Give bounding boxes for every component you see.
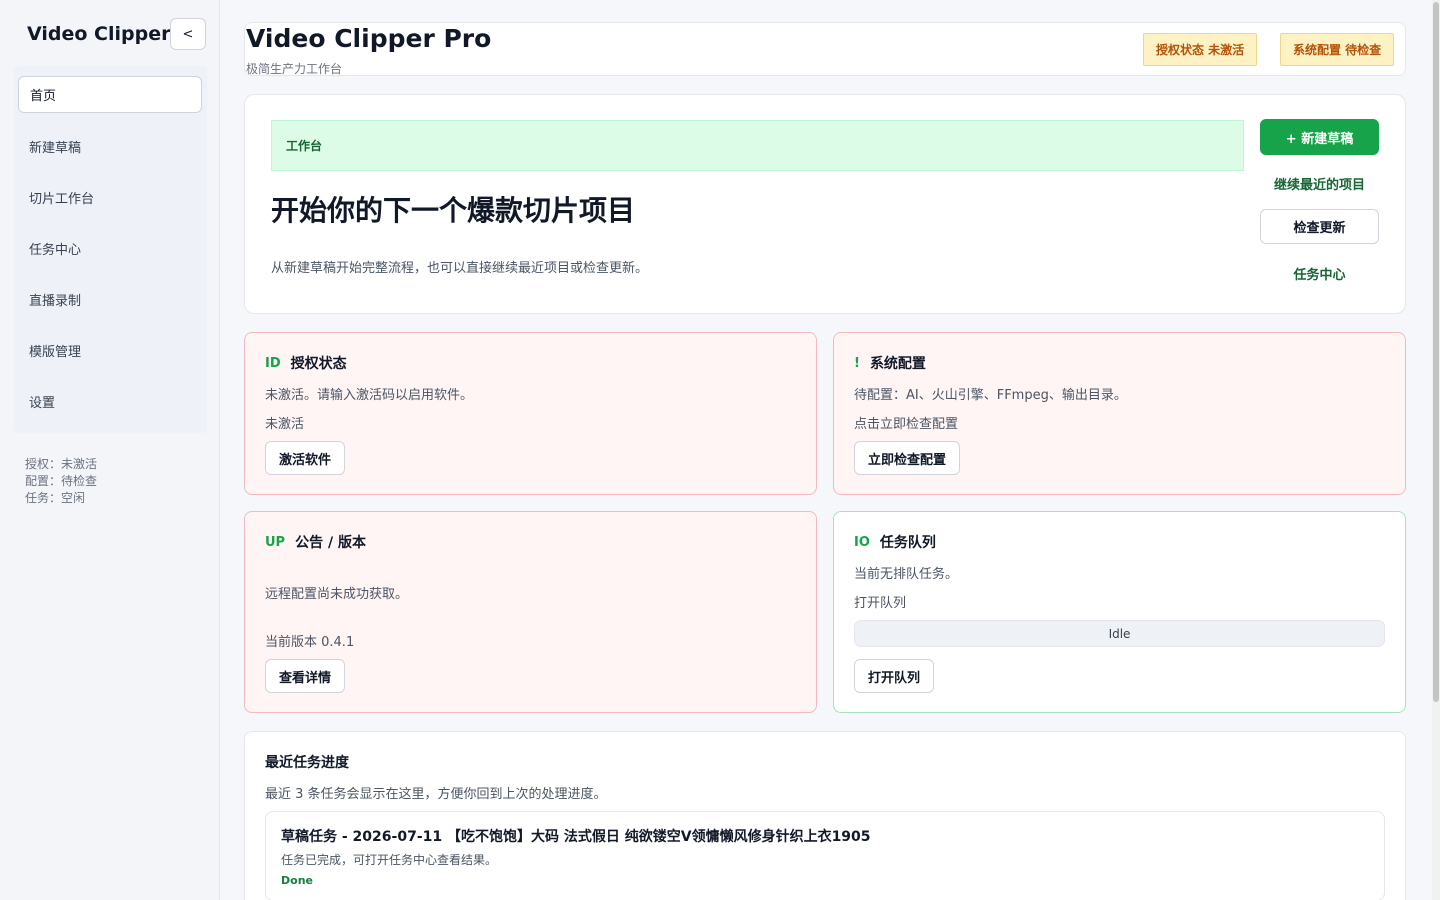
recent-tasks-panel: 最近任务进度 最近 3 条任务会显示在这里，方便你回到上次的处理进度。 草稿任务… — [244, 731, 1406, 900]
notice-card-title: 公告 / 版本 — [295, 535, 366, 551]
config-card-title: 系统配置 — [869, 356, 926, 372]
task-list-item[interactable]: 草稿任务 - 2026-07-11 【吃不饱饱】大码 法式假日 纯欲镂空V领慵懒… — [265, 811, 1385, 900]
config-card-header: ! 系统配置 — [854, 353, 926, 373]
io-icon: IO — [854, 534, 870, 550]
top-header: Video Clipper Pro 极简生产力工作台 授权状态 未激活 系统配置… — [244, 22, 1406, 76]
notice-card-header: UP 公告 / 版本 — [265, 532, 366, 552]
scrollbar-thumb[interactable] — [1433, 2, 1439, 702]
continue-recent-link[interactable]: 继续最近的项目 — [1260, 174, 1379, 193]
view-details-button[interactable]: 查看详情 — [265, 659, 346, 693]
hero-tag: 工作台 — [271, 120, 1244, 171]
license-card-title: 授权状态 — [290, 356, 347, 372]
license-card-state: 未激活 — [265, 417, 305, 432]
task-description: 任务已完成，可打开任务中心查看结果。 — [281, 853, 498, 867]
sidebar-status: 授权：未激活 配置：待检查 任务：空闲 — [25, 456, 97, 507]
notice-card-desc: 远程配置尚未成功获取。 — [265, 587, 409, 602]
new-draft-button[interactable]: + 新建草稿 — [1260, 119, 1379, 155]
sidebar-item-live-recording[interactable]: 直播录制 — [18, 281, 202, 318]
config-card: ! 系统配置 待配置：AI、火山引擎、FFmpeg、输出目录。 点击立即检查配置… — [833, 332, 1406, 495]
queue-card-desc: 当前无排队任务。 — [854, 567, 959, 582]
hero-title: 开始你的下一个爆款切片项目 — [271, 194, 636, 227]
queue-progress-bar: Idle — [854, 620, 1385, 647]
hero-description: 从新建草稿开始完整流程，也可以直接继续最近项目或检查更新。 — [271, 261, 649, 276]
collapse-sidebar-button[interactable]: < — [170, 18, 206, 50]
notice-card: UP 公告 / 版本 远程配置尚未成功获取。 当前版本 0.4.1 查看详情 — [244, 511, 817, 713]
license-status-badge[interactable]: 授权状态 未激活 — [1143, 33, 1258, 66]
sidebar-item-home[interactable]: 首页 — [18, 76, 202, 113]
task-status-badge: Done — [281, 874, 313, 887]
page-subtitle: 极简生产力工作台 — [246, 62, 343, 76]
recent-tasks-title: 最近任务进度 — [265, 755, 349, 771]
alert-icon: ! — [854, 355, 860, 371]
queue-card-header: IO 任务队列 — [854, 532, 936, 552]
license-card: ID 授权状态 未激活。请输入激活码以启用软件。 未激活 激活软件 — [244, 332, 817, 495]
config-card-desc: 待配置：AI、火山引擎、FFmpeg、输出目录。 — [854, 388, 1127, 403]
license-card-desc: 未激活。请输入激活码以启用软件。 — [265, 388, 474, 403]
current-version-text: 当前版本 0.4.1 — [265, 635, 355, 650]
update-icon: UP — [265, 534, 286, 550]
id-icon: ID — [265, 355, 281, 371]
sidebar-item-settings[interactable]: 设置 — [18, 383, 202, 420]
queue-card: IO 任务队列 当前无排队任务。 打开队列 Idle 打开队列 — [833, 511, 1406, 713]
queue-card-title: 任务队列 — [879, 535, 936, 551]
sidebar-nav: 首页 新建草稿 切片工作台 任务中心 直播录制 模版管理 设置 — [14, 66, 207, 433]
sidebar-item-clip-workbench[interactable]: 切片工作台 — [18, 179, 202, 216]
sidebar-item-task-center[interactable]: 任务中心 — [18, 230, 202, 267]
sidebar-item-templates[interactable]: 模版管理 — [18, 332, 202, 369]
config-status-text: 配置：待检查 — [25, 474, 98, 488]
task-status-text: 任务：空闲 — [25, 491, 86, 505]
config-card-hint: 点击立即检查配置 — [854, 417, 959, 432]
task-center-link[interactable]: 任务中心 — [1260, 264, 1379, 283]
config-status-badge[interactable]: 系统配置 待检查 — [1280, 33, 1395, 66]
app-brand: Video Clipper — [27, 23, 171, 45]
license-card-header: ID 授权状态 — [265, 353, 347, 373]
check-config-button[interactable]: 立即检查配置 — [854, 441, 961, 475]
page-scrollbar[interactable] — [1432, 0, 1440, 900]
open-queue-button[interactable]: 打开队列 — [854, 659, 935, 693]
task-title: 草稿任务 - 2026-07-11 【吃不饱饱】大码 法式假日 纯欲镂空V领慵懒… — [281, 829, 871, 845]
sidebar: Video Clipper < 首页 新建草稿 切片工作台 任务中心 直播录制 … — [0, 0, 220, 900]
hero-panel: 工作台 开始你的下一个爆款切片项目 从新建草稿开始完整流程，也可以直接继续最近项… — [244, 94, 1406, 314]
page-title: Video Clipper Pro — [246, 24, 492, 53]
activate-software-button[interactable]: 激活软件 — [265, 441, 346, 475]
recent-tasks-desc: 最近 3 条任务会显示在这里，方便你回到上次的处理进度。 — [265, 787, 607, 802]
queue-card-hint: 打开队列 — [854, 596, 907, 611]
license-status-text: 授权：未激活 — [25, 457, 98, 471]
check-update-button[interactable]: 检查更新 — [1260, 209, 1379, 244]
sidebar-item-new-draft[interactable]: 新建草稿 — [18, 128, 202, 165]
